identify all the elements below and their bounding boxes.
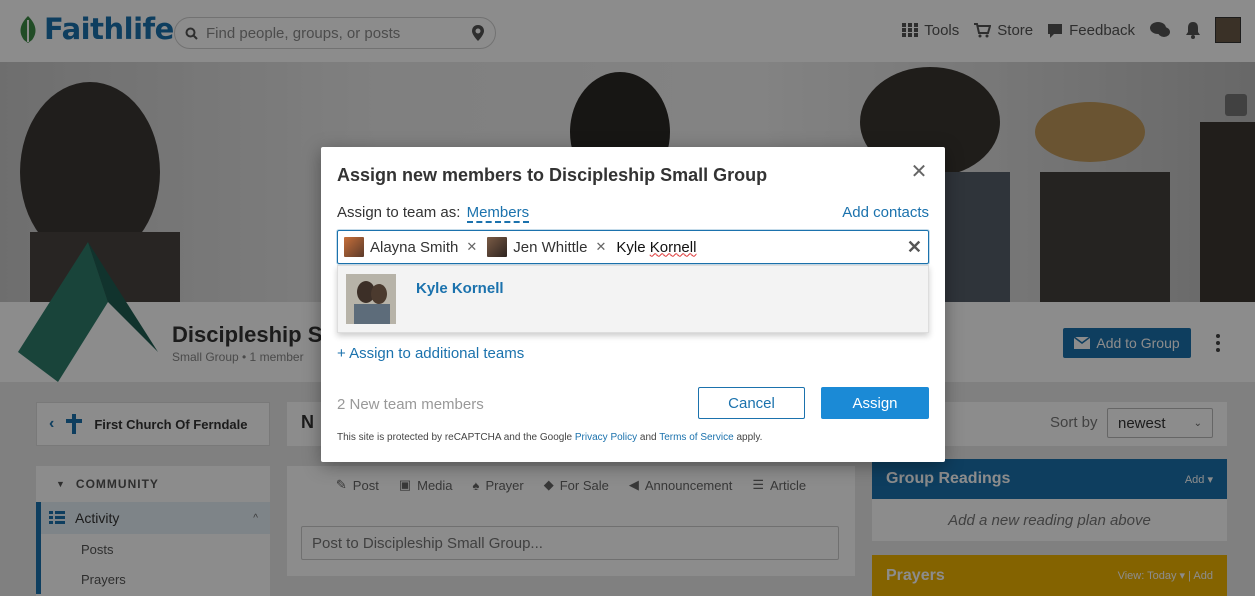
legal-suffix: apply. [733, 432, 763, 443]
remove-token-icon[interactable]: ✕ [466, 239, 477, 255]
member-token-label: Jen Whittle [513, 238, 588, 256]
typed-query-prefix: Kyle [616, 238, 650, 256]
member-avatar [344, 237, 364, 257]
clear-input-icon[interactable]: ✕ [907, 237, 922, 258]
assign-members-dialog: Assign new members to Discipleship Small… [321, 147, 945, 462]
suggestion-name: Kyle Kornell [416, 279, 504, 297]
legal-and: and [637, 432, 660, 443]
assign-role-row: Assign to team as: Members [337, 204, 530, 223]
suggestion-avatar [346, 274, 396, 324]
recaptcha-notice: This site is protected by reCAPTCHA and … [337, 432, 762, 443]
member-token-label: Alayna Smith [370, 238, 459, 256]
assign-additional-teams-link[interactable]: + Assign to additional teams [337, 345, 524, 362]
dialog-title: Assign new members to Discipleship Small… [337, 165, 768, 185]
suggestion-item[interactable]: Kyle Kornell [337, 265, 929, 333]
new-member-count: 2 New team members [337, 396, 484, 413]
close-icon[interactable]: ✕ [909, 161, 929, 183]
assign-button[interactable]: Assign [821, 387, 929, 419]
add-contacts-link[interactable]: Add contacts [842, 204, 929, 221]
member-avatar [487, 237, 508, 257]
typed-query[interactable]: Kyle Kornell [616, 239, 696, 256]
assign-role-label: Assign to team as: [337, 204, 461, 221]
remove-token-icon[interactable]: ✕ [595, 239, 606, 255]
terms-of-service-link[interactable]: Terms of Service [659, 432, 733, 443]
legal-prefix: This site is protected by reCAPTCHA and … [337, 432, 575, 443]
role-dropdown[interactable]: Members [466, 204, 530, 223]
privacy-policy-link[interactable]: Privacy Policy [575, 432, 637, 443]
cancel-button[interactable]: Cancel [698, 387, 805, 419]
member-token-input[interactable]: Alayna Smith ✕ Jen Whittle ✕ Kyle Kornel… [337, 230, 929, 264]
member-token: Alayna Smith ✕ [344, 237, 477, 257]
typed-query-misspelled: Kornell [649, 238, 697, 256]
member-token: Jen Whittle ✕ [487, 237, 606, 257]
